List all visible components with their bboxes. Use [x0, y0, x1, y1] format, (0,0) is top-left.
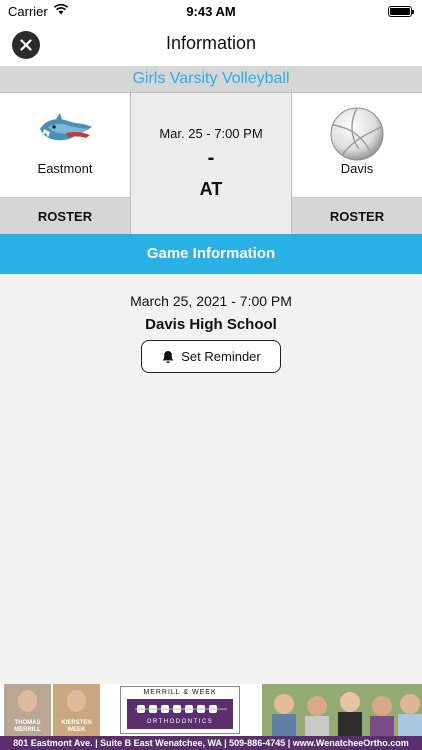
game-datetime: March 25, 2021 - 7:00 PM	[130, 293, 292, 309]
volleyball-icon	[330, 107, 384, 161]
ad-brand-name: MERRILL & WEEK	[143, 689, 217, 696]
game-datetime-short: Mar. 25 - 7:00 PM	[159, 126, 263, 141]
battery-icon	[388, 6, 414, 17]
home-roster-button[interactable]: ROSTER	[0, 197, 130, 234]
ad-group-photo	[262, 684, 422, 736]
set-reminder-label: Set Reminder	[181, 349, 261, 364]
set-reminder-button[interactable]: Set Reminder	[141, 340, 281, 373]
ad-brand-tagline: ORTHODONTICS	[146, 719, 214, 725]
ad-banner[interactable]: THOMAS MERRILL KIERSTEN WEEK MERRILL & W…	[0, 684, 422, 750]
ad-person-caption: KIERSTEN WEEK	[61, 720, 92, 733]
ad-contact-footer: 801 Eastmont Ave. | Suite B East Wenatch…	[0, 736, 422, 750]
eastmont-wildcat-logo	[40, 113, 92, 141]
matchup-panel: Eastmont ROSTER Mar. 25 - 7:00 PM - AT D…	[0, 92, 422, 234]
away-team-name: Davis	[340, 161, 374, 176]
sport-banner: Girls Varsity Volleyball	[0, 66, 422, 92]
away-team-card: Davis ROSTER	[291, 93, 422, 234]
game-summary: Mar. 25 - 7:00 PM - AT	[131, 93, 291, 234]
game-information-header: Game Information	[0, 234, 422, 274]
ad-brand-logo: MERRILL & WEEK ORTHODONTICS	[120, 686, 240, 734]
clock: 9:43 AM	[186, 4, 236, 19]
game-location: Davis High School	[145, 316, 277, 333]
home-team-name: Eastmont	[37, 161, 93, 176]
ad-doctor-photo: KIERSTEN WEEK	[53, 684, 100, 736]
score-placeholder: -	[207, 147, 215, 169]
at-label: AT	[199, 179, 223, 199]
ad-person-caption: THOMAS MERRILL	[14, 720, 41, 733]
home-team-card: Eastmont ROSTER	[0, 93, 131, 234]
ad-group-illustration	[262, 684, 422, 736]
away-roster-button[interactable]: ROSTER	[292, 197, 422, 234]
bell-icon	[162, 350, 174, 363]
braces-icon	[135, 705, 227, 713]
page-title: Information	[165, 33, 257, 53]
nav-bar: Information	[0, 22, 422, 66]
status-bar: Carrier 9:43 AM	[0, 0, 422, 22]
ad-doctor-photo: THOMAS MERRILL	[4, 684, 51, 736]
